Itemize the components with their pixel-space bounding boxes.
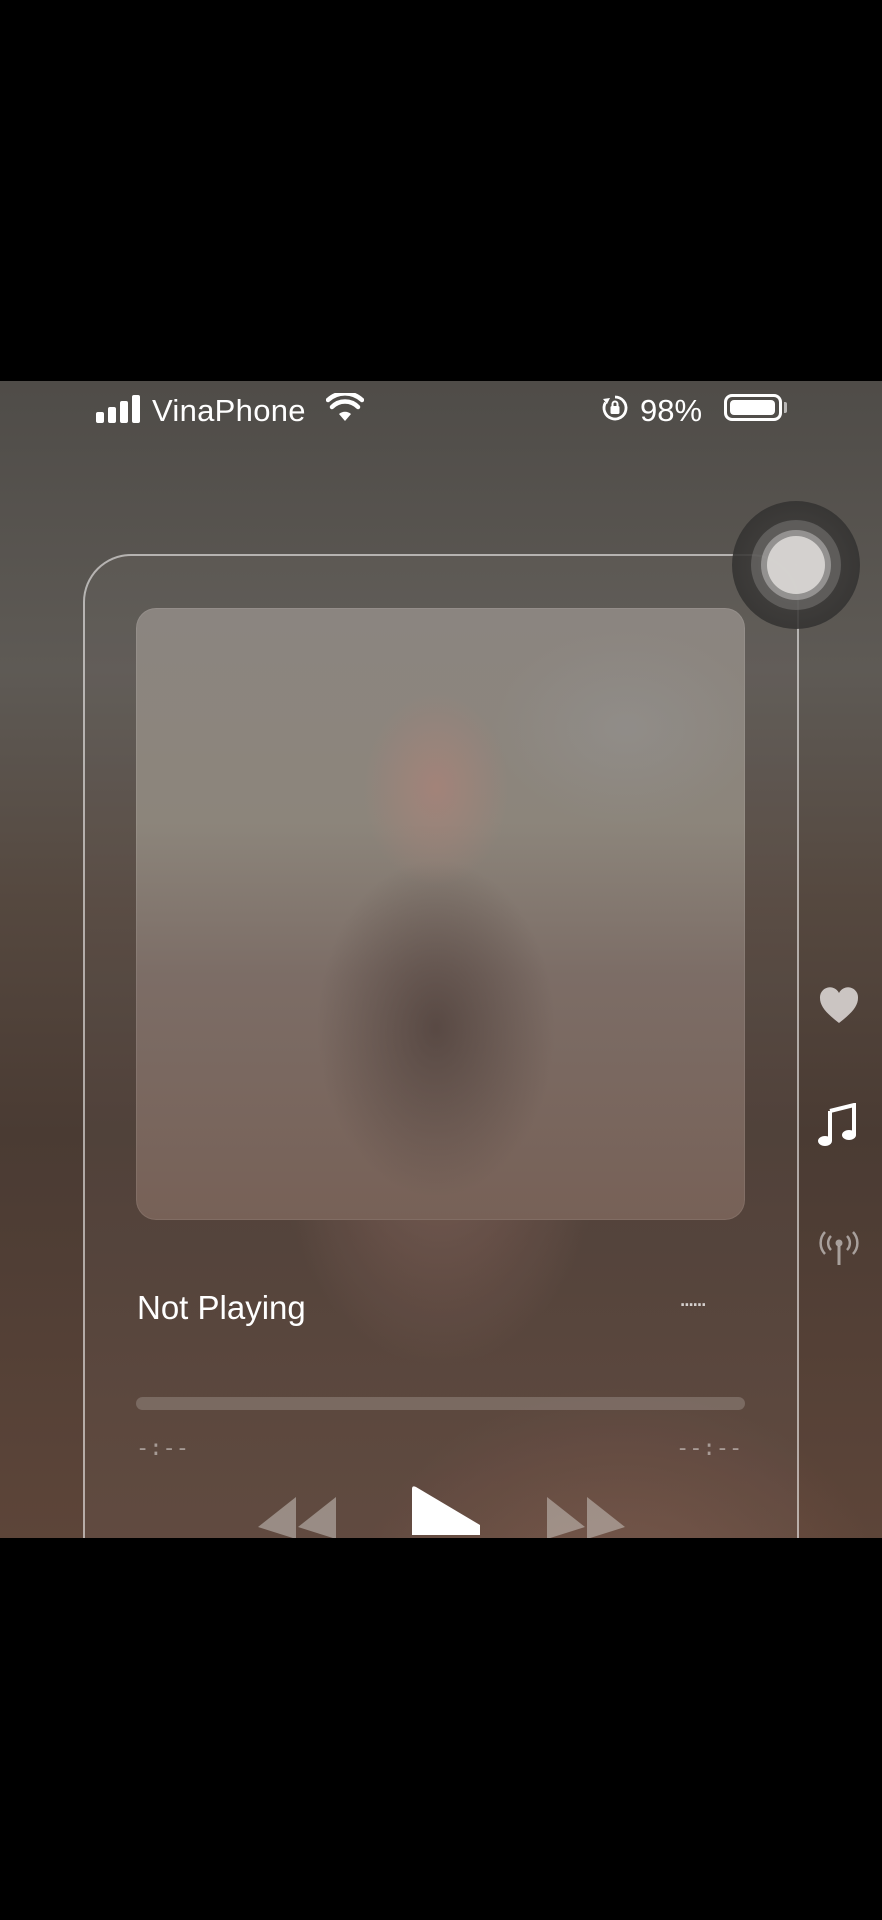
play-icon[interactable]: [410, 1485, 484, 1535]
battery-level: [730, 400, 775, 415]
orientation-lock-icon: [602, 395, 628, 421]
elapsed-time: -:--: [136, 1436, 189, 1461]
track-title: Not Playing: [137, 1289, 306, 1326]
assistive-touch-knob: [767, 536, 825, 594]
remaining-time: --:--: [676, 1436, 743, 1461]
radio-broadcast-icon[interactable]: [818, 1229, 860, 1269]
fast-forward-icon[interactable]: [545, 1489, 629, 1538]
carrier-name: VinaPhone: [152, 393, 306, 428]
assistive-touch-button[interactable]: [732, 501, 860, 629]
rewind-icon[interactable]: [254, 1489, 338, 1538]
signal-icon: [96, 395, 142, 423]
album-artwork[interactable]: [136, 608, 745, 1220]
heart-icon[interactable]: [818, 985, 860, 1025]
status-bar: VinaPhone 98%: [0, 381, 882, 441]
music-note-icon[interactable]: [818, 1103, 858, 1147]
wifi-icon: [326, 393, 364, 421]
progress-bar[interactable]: [136, 1397, 745, 1410]
more-options-icon[interactable]: ......: [679, 1282, 707, 1313]
battery-cap: [784, 402, 787, 413]
battery-percent: 98%: [640, 393, 703, 428]
battery-icon: [724, 394, 782, 421]
